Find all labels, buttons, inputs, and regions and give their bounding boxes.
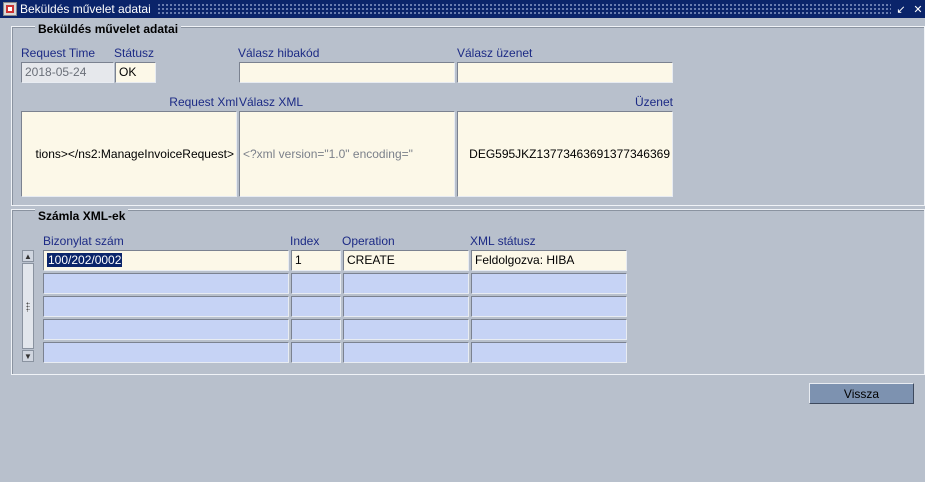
response-message-label: Válasz üzenet (457, 46, 533, 60)
table-row-2-xml-status[interactable] (471, 273, 627, 294)
titlebar-pattern (156, 3, 891, 15)
document-number-value: 100/202/0002 (47, 253, 123, 267)
response-xml-value: <?xml version="1.0" encoding=" (243, 147, 413, 161)
section-invoice-xml-title: Számla XML-ek (35, 209, 129, 223)
table-row-2-index[interactable] (291, 273, 341, 294)
table-row-2-document-number[interactable] (43, 273, 289, 294)
response-message-field[interactable] (457, 62, 673, 83)
table-row-4-index[interactable] (291, 319, 341, 340)
table-row-1-operation[interactable]: CREATE (343, 250, 469, 271)
table-row-1-index[interactable]: 1 (291, 250, 341, 271)
error-code-field[interactable] (239, 62, 455, 83)
close-icon[interactable]: ✕ (911, 2, 925, 16)
scroll-up-arrow-icon[interactable]: ▲ (22, 250, 34, 262)
request-time-field[interactable]: 2018-05-24 (21, 62, 114, 83)
table-row-3-operation[interactable] (343, 296, 469, 317)
table-row-1-document-number[interactable]: 100/202/0002 (43, 250, 289, 271)
table-row-1-xml-status[interactable]: Feldolgozva: HIBA (471, 250, 627, 271)
table-row-3-index[interactable] (291, 296, 341, 317)
column-header-document-number: Bizonylat szám (43, 234, 124, 248)
response-xml-label: Válasz XML (239, 95, 304, 109)
request-time-label: Request Time (21, 46, 96, 60)
table-row-3-xml-status[interactable] (471, 296, 627, 317)
scroll-down-arrow-icon[interactable]: ▼ (22, 350, 34, 362)
request-xml-value: tions></ns2:ManageInvoiceRequest> (35, 147, 234, 161)
column-header-xml-status: XML státusz (470, 234, 536, 248)
table-row-5-xml-status[interactable] (471, 342, 627, 363)
status-label: Státusz (114, 46, 155, 60)
table-row-4-xml-status[interactable] (471, 319, 627, 340)
window-title: Beküldés művelet adatai (20, 2, 151, 16)
message-field[interactable]: DEG595JKZ13773463691377346369 (457, 111, 673, 197)
table-row-2-operation[interactable] (343, 273, 469, 294)
message-value: DEG595JKZ13773463691377346369 (469, 147, 670, 161)
table-row-4-operation[interactable] (343, 319, 469, 340)
response-xml-field[interactable]: <?xml version="1.0" encoding=" (239, 111, 455, 197)
request-xml-field[interactable]: tions></ns2:ManageInvoiceRequest> (21, 111, 237, 197)
status-field[interactable]: OK (115, 62, 156, 83)
table-row-3-document-number[interactable] (43, 296, 289, 317)
table-row-5-document-number[interactable] (43, 342, 289, 363)
request-xml-label: Request Xml (169, 95, 238, 109)
table-row-5-index[interactable] (291, 342, 341, 363)
table-row-5-operation[interactable] (343, 342, 469, 363)
scroll-thumb[interactable] (22, 263, 34, 349)
table-row-4-document-number[interactable] (43, 319, 289, 340)
column-header-index: Index (290, 234, 320, 248)
back-button[interactable]: Vissza (809, 383, 914, 404)
table-scrollbar[interactable]: ▲ ▼ (22, 250, 34, 362)
section-operation-title: Beküldés művelet adatai (35, 22, 182, 36)
scroll-grip-icon (26, 302, 30, 312)
column-header-operation: Operation (342, 234, 395, 248)
oracle-forms-icon (3, 2, 17, 16)
restore-icon[interactable]: ↙ (894, 2, 908, 16)
error-code-label: Válasz hibakód (238, 46, 320, 60)
window-titlebar: Beküldés művelet adatai ↙ ✕ (0, 0, 925, 18)
message-label: Üzenet (634, 95, 673, 109)
